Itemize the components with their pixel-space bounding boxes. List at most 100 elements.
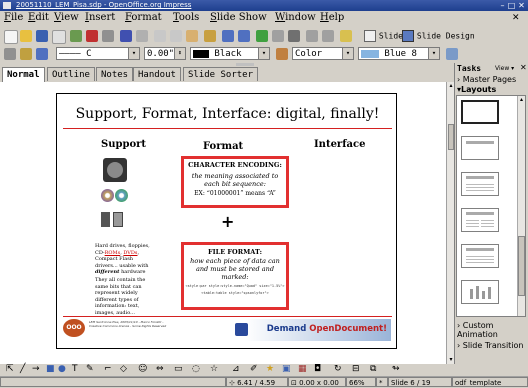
zoom-icon[interactable] <box>322 30 334 42</box>
tab-handout[interactable]: Handout <box>133 67 181 81</box>
dvds-link[interactable]: DVDs <box>123 250 137 256</box>
line-color-select[interactable]: Black ▾ <box>190 47 270 60</box>
zoom-level[interactable]: 66% <box>346 377 376 387</box>
ellipse-tool-icon[interactable]: ● <box>58 364 66 374</box>
layout-title-text[interactable] <box>461 244 499 268</box>
fontwork-icon[interactable]: ★ <box>266 364 274 374</box>
curve-tool-icon[interactable]: ✎ <box>86 364 94 374</box>
paste-icon[interactable] <box>186 30 198 42</box>
area-icon[interactable] <box>276 48 288 60</box>
layouts-section[interactable]: ▾Layouts <box>457 85 496 94</box>
alignment-icon[interactable]: ⊟ <box>352 364 360 374</box>
basic-shapes-icon[interactable]: ◇ <box>120 364 127 374</box>
close-document-icon[interactable]: ✕ <box>512 13 520 23</box>
maximize-icon[interactable]: □ <box>507 1 516 10</box>
menu-view[interactable]: View <box>54 12 79 23</box>
line-icon[interactable] <box>36 48 48 60</box>
layouts-panel: ▴ <box>456 95 526 317</box>
close-icon[interactable]: ✕ <box>517 1 526 10</box>
print-icon[interactable] <box>102 30 114 42</box>
shadow-icon[interactable] <box>446 48 458 60</box>
help-icon[interactable] <box>340 30 352 42</box>
menu-insert[interactable]: Insert <box>85 12 115 23</box>
line-style-select[interactable]: ———— C ▾ <box>56 47 140 60</box>
autospellcheck-icon[interactable] <box>136 30 148 42</box>
format-paintbrush-icon[interactable] <box>204 30 216 42</box>
slide-design-button[interactable]: Slide Design <box>402 30 475 42</box>
tab-slide-sorter[interactable]: Slide Sorter <box>183 67 259 81</box>
menu-edit[interactable]: Edit <box>28 12 49 23</box>
email-icon[interactable] <box>52 30 66 44</box>
navigator-icon[interactable] <box>288 30 300 42</box>
extrusion-icon[interactable]: ◘ <box>314 364 321 374</box>
rotate-icon[interactable]: ↻ <box>334 364 342 374</box>
cut-icon[interactable] <box>154 30 166 42</box>
scroll-up-icon[interactable]: ▴ <box>518 96 525 103</box>
layouts-scrollbar[interactable]: ▴ <box>517 96 525 316</box>
menu-format[interactable]: Format <box>125 12 162 23</box>
stars-icon[interactable]: ☆ <box>210 364 218 374</box>
minimize-icon[interactable]: – <box>498 1 507 10</box>
custom-animation-section[interactable]: › Custom Animation <box>457 321 527 339</box>
select-arrow-icon[interactable]: ⇱ <box>6 364 14 374</box>
char-encoding-example: EX: “01000001” means “A” <box>194 190 276 197</box>
layout-title-content[interactable] <box>461 172 499 196</box>
layout-two-columns[interactable] <box>461 208 499 232</box>
undo-icon[interactable] <box>222 30 234 42</box>
copy-icon[interactable] <box>170 30 182 42</box>
slide-transition-section[interactable]: › Slide Transition <box>457 341 527 350</box>
layout-blank[interactable] <box>461 100 499 124</box>
ooo-logo: OOO <box>63 319 85 337</box>
task-pane-close-icon[interactable]: ✕ <box>520 63 527 72</box>
task-pane-view-menu[interactable]: View ▾ <box>495 65 514 72</box>
export-pdf-icon[interactable] <box>86 30 98 42</box>
slide-canvas[interactable]: Support, Format, Interface: digital, fin… <box>56 93 397 349</box>
line-ends-icon[interactable] <box>4 48 16 60</box>
slide-title[interactable]: Support, Format, Interface: digital, fin… <box>57 106 398 122</box>
layout-title-only[interactable] <box>461 136 499 160</box>
grid-icon[interactable] <box>306 30 318 42</box>
menu-slide-show[interactable]: Slide Show <box>210 12 267 23</box>
text-tool-icon[interactable]: T <box>72 364 78 374</box>
menu-help[interactable]: Help <box>320 12 344 23</box>
connector-tool-icon[interactable]: ⌐ <box>104 364 112 374</box>
tab-normal[interactable]: Normal <box>2 67 45 82</box>
save-icon[interactable] <box>36 30 48 42</box>
area-style-select[interactable]: Color ▾ <box>292 47 354 60</box>
line-tool-icon[interactable]: ╱ <box>20 364 25 374</box>
gallery-icon[interactable]: ▦ <box>298 364 307 374</box>
edit-file-icon[interactable] <box>70 30 82 42</box>
line-width-field[interactable]: 0.00" ⬍ <box>144 47 186 60</box>
chart-icon[interactable] <box>256 30 268 42</box>
open-folder-icon[interactable] <box>20 30 32 42</box>
master-pages-section[interactable]: › Master Pages <box>457 75 516 84</box>
scrollbar-thumb[interactable] <box>518 236 525 296</box>
block-arrows-icon[interactable]: ⇔ <box>156 364 164 374</box>
callouts-icon[interactable]: ◌ <box>192 364 200 374</box>
points-icon[interactable]: ⊿ <box>232 364 240 374</box>
menu-file[interactable]: File <box>4 12 23 23</box>
rectangle-tool-icon[interactable]: ■ <box>46 364 55 374</box>
menu-window[interactable]: Window <box>275 12 316 23</box>
symbol-shapes-icon[interactable]: ☺ <box>138 364 147 374</box>
redo-icon[interactable] <box>238 30 250 42</box>
area-color-select[interactable]: Blue 8 ▾ <box>358 47 440 60</box>
animation-icon[interactable]: ↬ <box>392 364 400 374</box>
from-file-icon[interactable]: ▣ <box>282 364 291 374</box>
tab-outline[interactable]: Outline <box>47 67 95 81</box>
tab-notes[interactable]: Notes <box>96 67 134 81</box>
spellcheck-icon[interactable] <box>120 30 132 42</box>
spinner-icon: ⬍ <box>174 48 185 59</box>
menu-tools[interactable]: Tools <box>173 12 199 23</box>
table-icon[interactable] <box>272 30 284 42</box>
roms-link[interactable]: ROMs <box>105 250 121 256</box>
arrange-icon[interactable]: ⧉ <box>370 364 376 374</box>
layout-title-chart[interactable] <box>461 280 499 304</box>
slide-button[interactable]: Slide <box>364 30 403 42</box>
arrow-tool-icon[interactable]: → <box>32 364 40 374</box>
glue-points-icon[interactable]: ✐ <box>250 364 258 374</box>
flowchart-icon[interactable]: ▭ <box>174 364 183 374</box>
arrow-style-icon[interactable] <box>20 48 32 60</box>
support-description: Hard drives, floppies, CD-ROMs, DVDs, Co… <box>95 243 150 275</box>
new-document-icon[interactable] <box>4 30 18 44</box>
